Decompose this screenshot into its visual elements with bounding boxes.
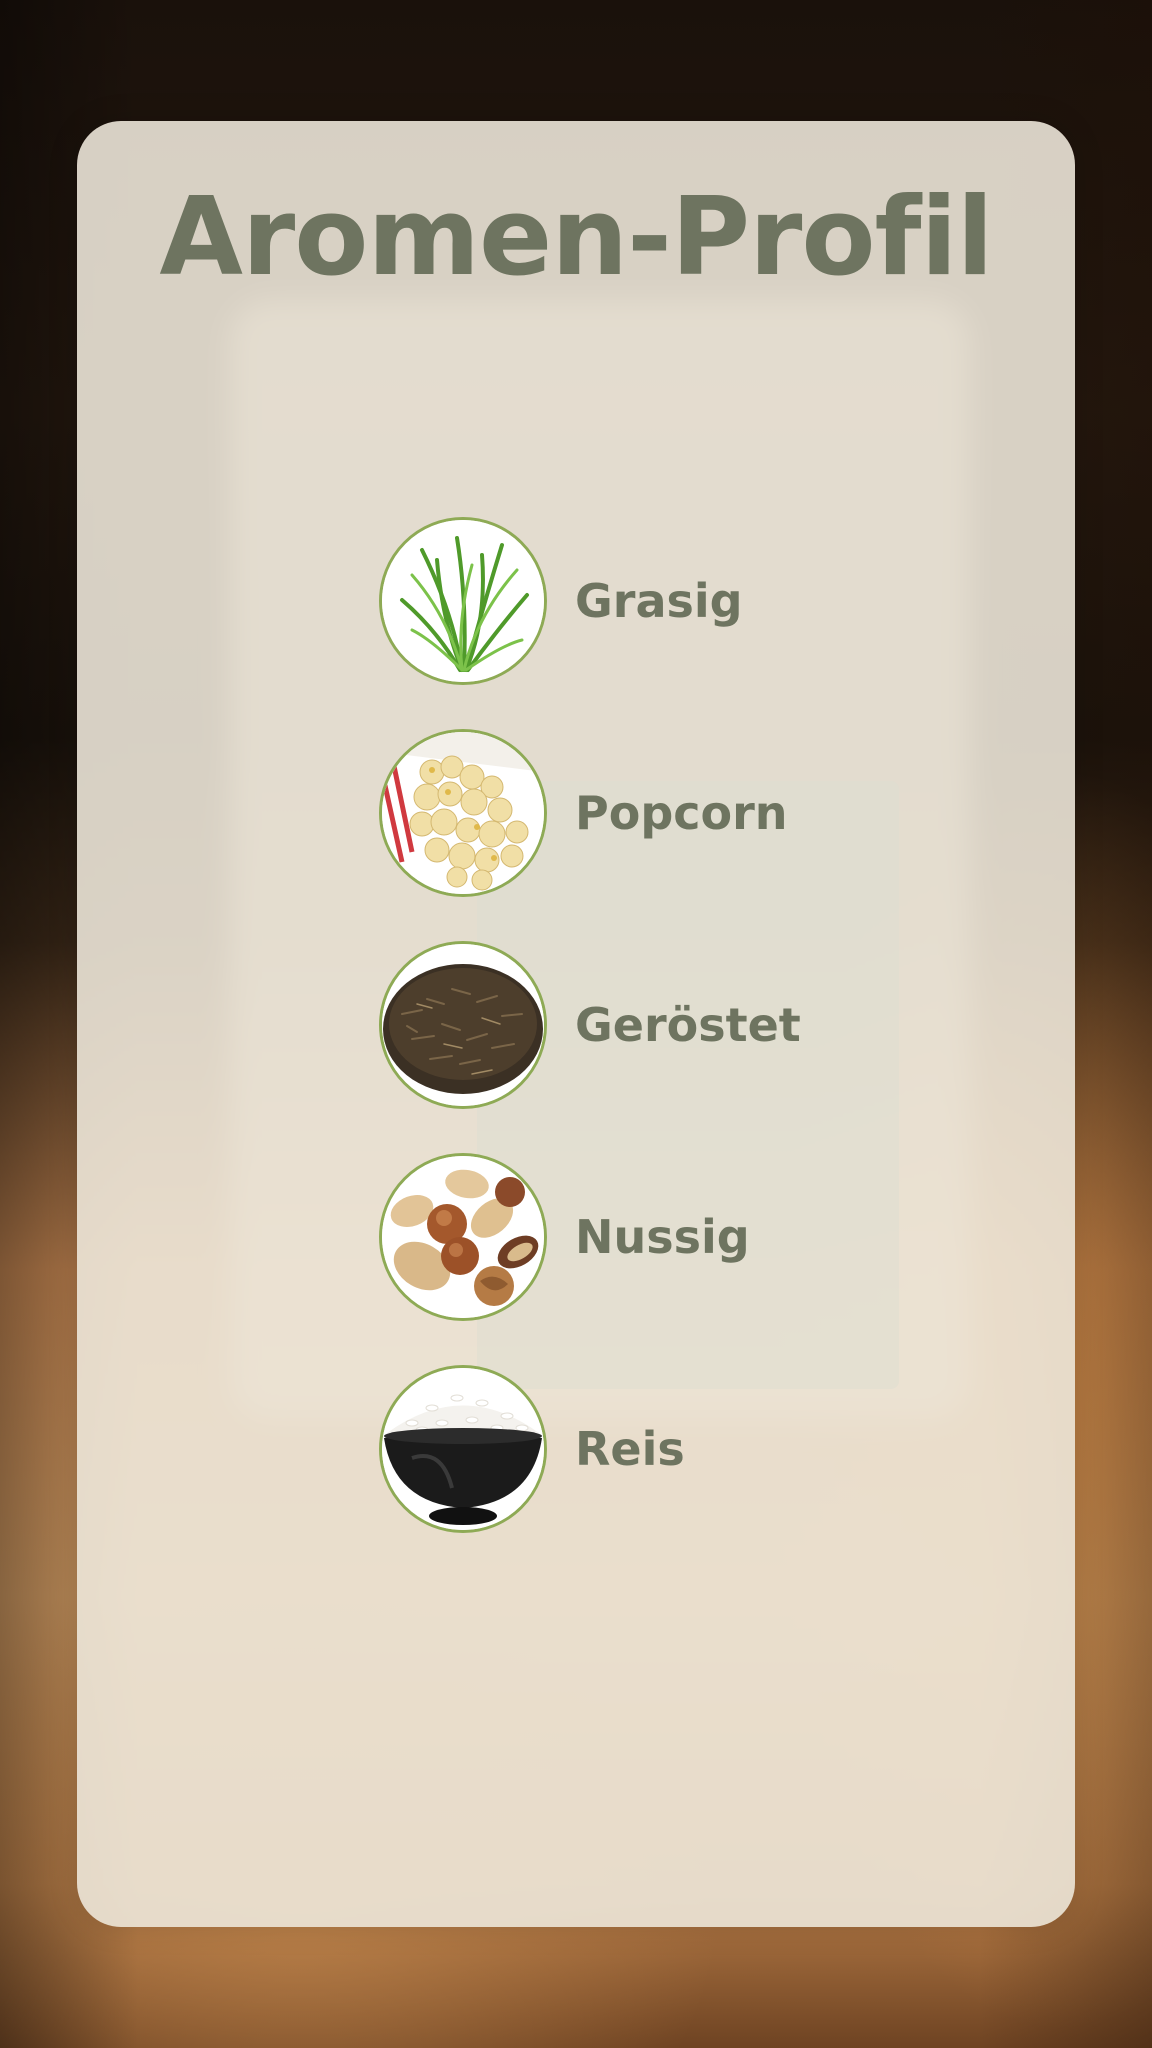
page-title: Aromen-Profil [159,175,993,300]
flavor-label: Geröstet [575,998,801,1052]
flavor-label: Popcorn [575,786,788,840]
flavor-item-geroestet: Geröstet [379,940,879,1110]
nuts-icon [379,1153,547,1321]
flavor-item-popcorn: Popcorn [379,728,879,898]
flavor-label: Reis [575,1422,685,1476]
rice-bowl-icon [379,1365,547,1533]
flavor-label: Nussig [575,1210,750,1264]
flavor-label: Grasig [575,574,743,628]
flavor-item-reis: Reis [379,1364,879,1534]
flavor-item-grasig: Grasig [379,516,879,686]
popcorn-icon [379,729,547,897]
grass-icon [379,517,547,685]
roasted-tea-leaves-icon [379,941,547,1109]
flavor-item-nussig: Nussig [379,1152,879,1322]
